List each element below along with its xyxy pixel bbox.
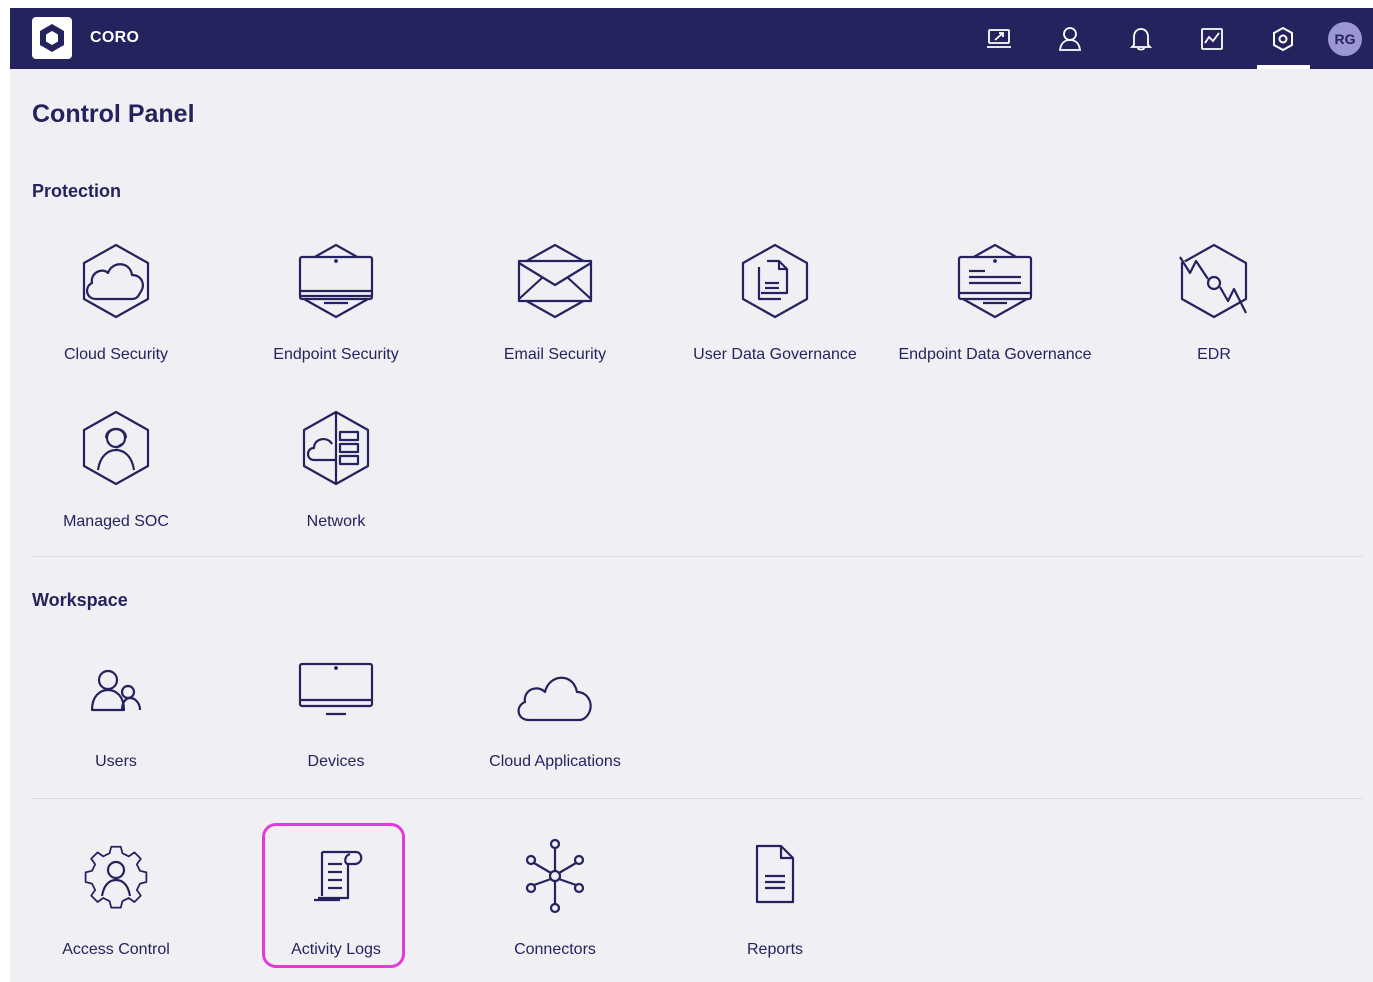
tile-devices[interactable]: Devices [236, 658, 436, 798]
tile-label: Endpoint Data Governance [898, 346, 1092, 363]
endpoint-security-icon [296, 241, 376, 321]
tile-reports[interactable]: Reports [675, 838, 875, 978]
settings-icon[interactable] [1267, 23, 1299, 55]
bell-icon[interactable] [1125, 23, 1157, 55]
tile-endpoint-security[interactable]: Endpoint Security [236, 241, 436, 381]
endpoint-data-governance-icon [955, 241, 1035, 321]
access-control-icon [76, 838, 156, 918]
tile-email-security[interactable]: Email Security [455, 241, 655, 381]
tile-label: Devices [307, 753, 365, 770]
tile-label: Connectors [514, 941, 596, 958]
tile-label: Endpoint Security [273, 346, 399, 363]
tile-label: User Data Governance [693, 346, 857, 363]
section-title-protection: Protection [32, 181, 122, 201]
tile-endpoint-data-governance[interactable]: Endpoint Data Governance [895, 241, 1095, 381]
tile-label: EDR [1197, 346, 1231, 363]
tile-label: Cloud Security [63, 346, 169, 363]
section-divider [32, 798, 1363, 799]
network-icon [296, 408, 376, 488]
tile-managed-soc[interactable]: Managed SOC [16, 408, 216, 548]
tile-label: Users [95, 753, 137, 770]
active-tab-indicator [1257, 65, 1310, 69]
managed-soc-icon [76, 408, 156, 488]
edr-icon [1174, 241, 1254, 321]
cloud-applications-icon [515, 658, 595, 738]
reports-icon [735, 838, 815, 918]
dashboard-icon[interactable] [983, 23, 1015, 55]
activity-logs-highlight-annotation [262, 823, 405, 968]
tile-label: Network [306, 513, 366, 530]
tile-label: Cloud Applications [489, 753, 621, 770]
chart-icon[interactable] [1196, 23, 1228, 55]
avatar[interactable]: RG [1328, 22, 1362, 56]
top-navigation-bar: CORO RG [10, 8, 1373, 69]
brand-name: CORO [90, 29, 140, 46]
tile-users[interactable]: Users [16, 658, 216, 798]
logo-hexagon-icon [40, 24, 64, 52]
email-security-icon [515, 241, 595, 321]
page-title: Control Panel [32, 100, 195, 128]
tile-cloud-applications[interactable]: Cloud Applications [455, 658, 655, 798]
users-icon [76, 658, 156, 738]
cloud-security-icon [76, 241, 156, 321]
app-window: CORO RG Control Panel Protection Cloud S… [10, 8, 1373, 982]
tile-label: Access Control [62, 941, 170, 958]
tile-network[interactable]: Network [236, 408, 436, 548]
section-divider [32, 556, 1363, 557]
user-icon[interactable] [1054, 23, 1086, 55]
section-title-workspace: Workspace [32, 590, 128, 610]
tile-user-data-governance[interactable]: User Data Governance [675, 241, 875, 381]
tile-label: Email Security [503, 346, 607, 363]
tile-edr[interactable]: EDR [1114, 241, 1314, 381]
tile-cloud-security[interactable]: Cloud Security [16, 241, 216, 381]
connectors-icon [515, 838, 595, 918]
coro-logo[interactable] [32, 17, 72, 59]
tile-access-control[interactable]: Access Control [16, 838, 216, 978]
tile-label: Reports [746, 941, 804, 958]
devices-icon [296, 658, 376, 738]
user-data-governance-icon [735, 241, 815, 321]
tile-label: Managed SOC [63, 513, 169, 530]
tile-connectors[interactable]: Connectors [455, 838, 655, 978]
